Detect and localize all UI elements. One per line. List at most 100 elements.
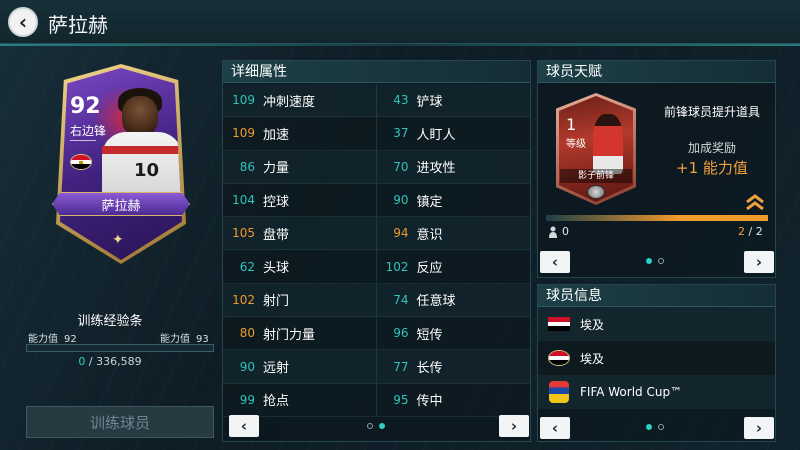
chevron-left-icon: ‹	[551, 419, 559, 437]
talent-page-dots	[646, 258, 664, 264]
stats-grid: 109 冲刺速度 43 铲球 109 加速 37 人盯人 86 力量 70 进攻性 104 控球 90 镇定 1…	[223, 84, 530, 417]
chevron-right-icon: ›	[755, 253, 763, 271]
talent-count-current: 2	[738, 225, 745, 238]
chevron-right-icon: ›	[755, 419, 763, 437]
stat-cell-left: 109 冲刺速度	[223, 84, 377, 118]
stat-value: 77	[393, 359, 409, 374]
xp-separator: /	[85, 355, 97, 368]
next-ability: 能力值 93	[160, 330, 209, 345]
talent-reward-label: 加成奖励	[687, 141, 736, 155]
stat-cell-right: 90 镇定	[376, 183, 530, 218]
stat-value: 86	[239, 159, 255, 174]
talent-next-button[interactable]: ›	[744, 251, 774, 273]
stat-name: 加速	[263, 127, 290, 143]
stat-name: 镇定	[416, 194, 443, 210]
stat-cell-right: 74 任意球	[376, 283, 530, 318]
stat-value: 80	[239, 326, 255, 341]
page-dot[interactable]	[658, 424, 664, 430]
stat-name: 盘带	[263, 227, 290, 243]
stat-value: 109	[232, 93, 255, 108]
player-talent-panel: 球员天赋 1 等级 影子前锋 前锋球员提升道具 加成奖励 +1 能力值 0 2 …	[537, 60, 776, 278]
card-star-icon: ✦	[112, 232, 124, 248]
stat-value: 70	[393, 159, 409, 174]
info-prev-button[interactable]: ‹	[540, 417, 570, 439]
stat-value: 99	[239, 392, 255, 407]
player-portrait-face	[122, 96, 158, 136]
stat-cell-right: 94 意识	[376, 217, 530, 251]
info-next-button[interactable]: ›	[744, 417, 774, 439]
world-cup-logo-icon	[549, 381, 569, 403]
talent-count-separator: /	[745, 225, 756, 238]
stat-name: 射门力量	[263, 327, 316, 343]
player-info-panel: 球员信息 埃及 埃及 FIFA World Cup™ ‹ ›	[537, 284, 776, 442]
stat-value: 96	[393, 326, 409, 341]
back-arrow-icon: ‹	[18, 10, 28, 34]
stats-prev-button[interactable]: ‹	[229, 415, 259, 437]
stats-page-dots	[367, 423, 385, 429]
stat-value: 43	[393, 93, 409, 108]
stat-name: 控球	[263, 194, 290, 210]
stat-value: 74	[393, 292, 409, 307]
stat-cell-right: 70 进攻性	[376, 150, 530, 184]
stat-name: 力量	[263, 161, 290, 177]
info-row-league[interactable]: FIFA World Cup™	[538, 375, 775, 409]
stat-cell-left: 80 射门力量	[223, 317, 377, 351]
player-card[interactable]: 10 92 右边锋 萨拉赫 ✦	[52, 64, 190, 264]
stat-name: 冲刺速度	[263, 94, 316, 110]
talent-item-name: 前锋球员提升道具	[663, 105, 760, 119]
chevron-right-icon: ›	[510, 417, 518, 435]
info-panel-title: 球员信息	[538, 285, 775, 307]
stat-cell-right: 96 短传	[376, 317, 530, 351]
page-dot[interactable]	[367, 423, 373, 429]
talent-owned-value: 0	[562, 225, 569, 238]
chevron-left-icon: ‹	[240, 417, 248, 435]
stat-name: 传中	[416, 394, 443, 410]
player-overview-panel: 10 92 右边锋 萨拉赫 ✦ 训练经验条 能力值 92 能力值 93 0 / 33…	[0, 46, 220, 450]
stats-pagination: ‹ ›	[223, 411, 530, 441]
stats-next-button[interactable]: ›	[499, 415, 529, 437]
stat-cell-left: 102 射门	[223, 283, 377, 318]
stat-cell-right: 102 反应	[376, 250, 530, 284]
talent-owned-count: 0	[548, 225, 569, 238]
stat-name: 铲球	[416, 94, 443, 110]
stat-value: 62	[239, 259, 255, 274]
stat-name: 射门	[263, 294, 290, 310]
card-name-plate: 萨拉赫	[52, 192, 190, 216]
back-button[interactable]: ‹	[8, 7, 38, 37]
talent-card-level-label: 等级	[566, 139, 586, 150]
talent-card[interactable]: 1 等级 影子前锋	[556, 93, 636, 205]
stat-value: 102	[232, 292, 255, 307]
stat-cell-left: 86 力量	[223, 150, 377, 184]
train-player-button[interactable]: 训练球员	[26, 406, 214, 438]
player-silhouette-icon	[549, 226, 557, 238]
talent-reward-value: +1 能力值	[676, 159, 748, 177]
stat-name: 任意球	[416, 294, 456, 310]
talent-level-count: 2 / 2	[738, 225, 763, 238]
chevron-left-icon: ‹	[551, 253, 559, 271]
stat-value: 90	[239, 359, 255, 374]
info-team-text: 埃及	[580, 351, 605, 366]
page-dot[interactable]	[379, 423, 385, 429]
stat-name: 反应	[416, 261, 443, 277]
page-dot[interactable]	[658, 258, 664, 264]
page-dot[interactable]	[646, 258, 652, 264]
page-dot[interactable]	[646, 424, 652, 430]
stat-value: 102	[385, 259, 409, 274]
info-row-team[interactable]: 埃及	[538, 341, 775, 375]
talent-prev-button[interactable]: ‹	[540, 251, 570, 273]
stat-value: 90	[393, 193, 409, 208]
stat-cell-right: 77 长传	[376, 350, 530, 384]
stat-cell-right: 37 人盯人	[376, 117, 530, 151]
stat-name: 人盯人	[416, 127, 456, 143]
info-league-text: FIFA World Cup™	[580, 385, 683, 399]
talent-card-player-art	[593, 114, 623, 174]
card-divider	[70, 140, 96, 141]
info-row-nation[interactable]: 埃及	[538, 307, 775, 341]
stat-value: 95	[393, 392, 409, 407]
info-page-dots	[646, 424, 664, 430]
stat-cell-left: 105 盘带	[223, 217, 377, 251]
stat-name: 头球	[263, 261, 290, 277]
talent-progress-bar	[546, 215, 768, 221]
stat-name: 远射	[263, 361, 290, 377]
stat-value: 94	[393, 226, 409, 241]
